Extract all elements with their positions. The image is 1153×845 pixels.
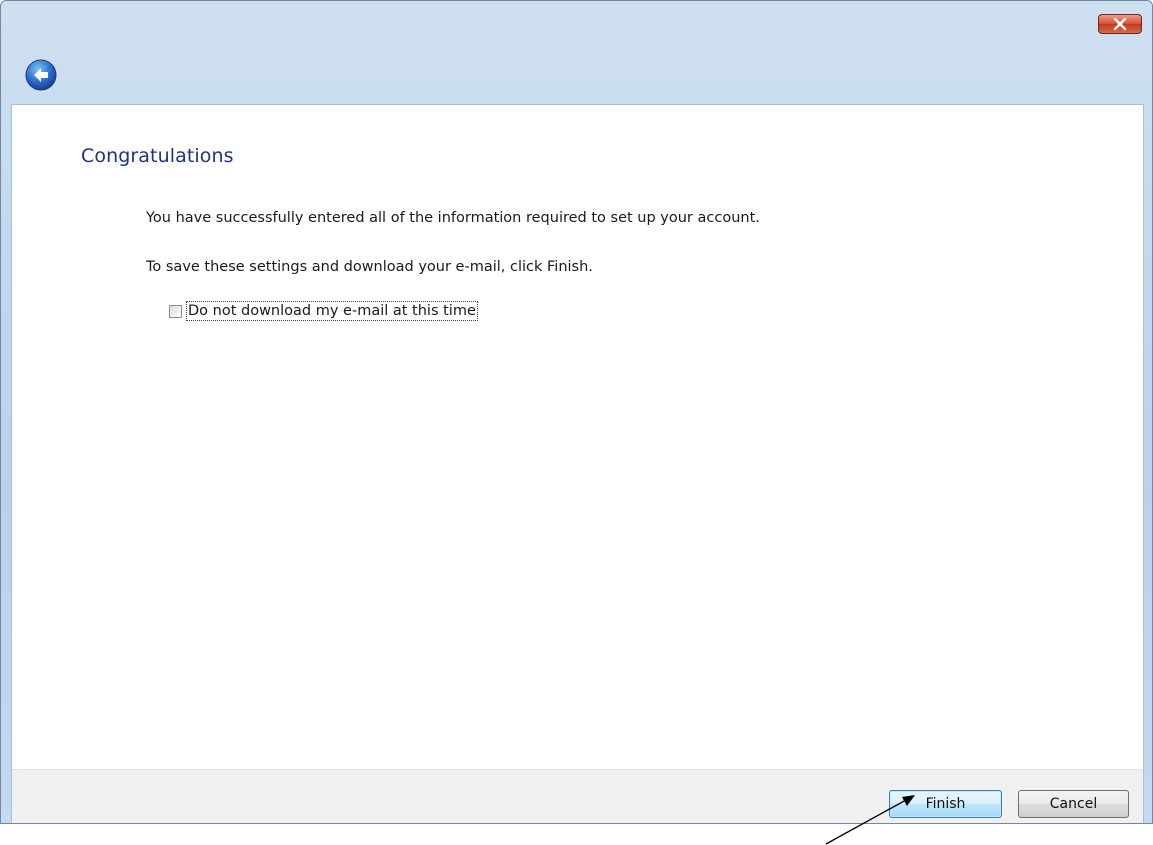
page-title: Congratulations <box>81 145 234 167</box>
instruction-message: To save these settings and download your… <box>146 259 593 275</box>
title-bar <box>1 1 1152 104</box>
do-not-download-option[interactable]: Do not download my e-mail at this time <box>169 301 478 321</box>
close-icon <box>1113 18 1127 30</box>
do-not-download-label[interactable]: Do not download my e-mail at this time <box>186 301 478 321</box>
back-arrow-icon <box>25 59 57 91</box>
finish-button[interactable]: Finish <box>889 790 1002 818</box>
cancel-button[interactable]: Cancel <box>1018 790 1129 818</box>
wizard-footer: Finish Cancel <box>11 769 1144 823</box>
close-button[interactable] <box>1098 14 1142 34</box>
do-not-download-checkbox[interactable] <box>169 304 182 318</box>
back-button[interactable] <box>25 59 57 91</box>
wizard-window: Congratulations You have successfully en… <box>0 0 1153 824</box>
success-message: You have successfully entered all of the… <box>146 210 760 226</box>
wizard-content: Congratulations You have successfully en… <box>11 104 1144 769</box>
